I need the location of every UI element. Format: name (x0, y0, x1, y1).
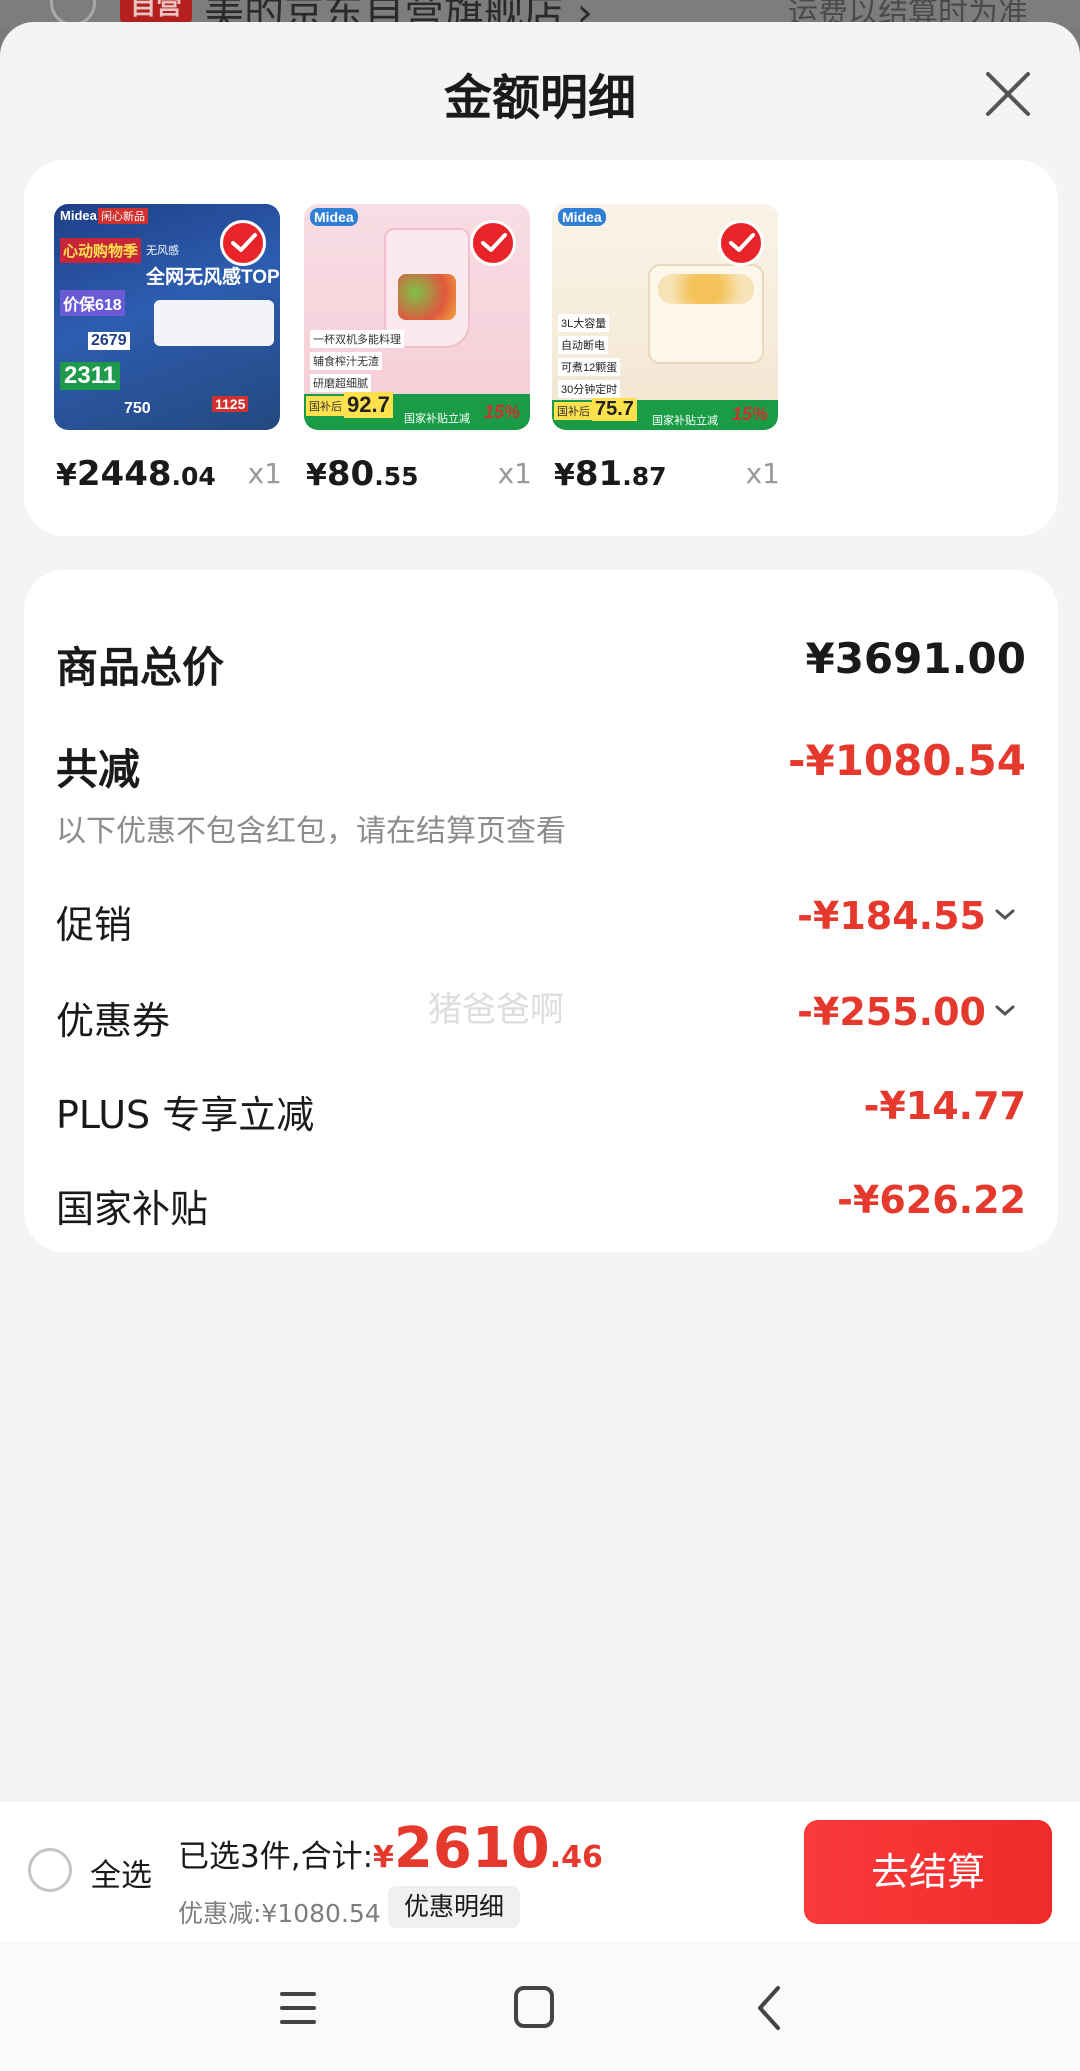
product-price: ¥80.55 (306, 454, 419, 494)
plus-discount-row: PLUS 专享立减 -¥14.77 (24, 1084, 1058, 1144)
thumb-text: 30分钟定时 (558, 380, 621, 398)
goods-total-label: 商品总价 (56, 643, 225, 692)
home-icon[interactable] (504, 1982, 564, 2034)
thumb-text: 3L大容量 (558, 314, 610, 332)
product-price-row: ¥80.55 x1 (304, 448, 534, 498)
product-item[interactable]: Midea 闲心新品 心动购物季 无风感 全网无风感TOP1 价保618 267… (54, 204, 284, 498)
thumb-price: 75.7 (592, 398, 637, 421)
promotion-label: 促销 (56, 903, 133, 947)
checked-icon[interactable] (220, 220, 266, 266)
national-subsidy-row: 国家补贴 -¥626.22 (24, 1178, 1058, 1238)
select-all-label[interactable]: 全选 (90, 1850, 152, 1895)
product-item[interactable]: Midea 一杯双机多能料理 辅食榨汁无渣 研磨超细腻 国补后 92.7 国家补… (304, 204, 534, 498)
plus-discount-value: -¥14.77 (863, 1084, 1026, 1128)
thumb-percent: 15% (484, 402, 521, 422)
coupon-label: 优惠券 (56, 999, 171, 1043)
back-icon[interactable] (740, 1982, 800, 2034)
thumb-text: 一杯双机多能料理 (310, 330, 404, 348)
air-conditioner-shape (154, 300, 274, 346)
discount-total: 优惠减:¥1080.54 (178, 1899, 381, 1928)
thumb-promo: 心动购物季 (60, 238, 142, 263)
product-image-egg-cooker[interactable]: Midea 3L大容量 自动断电 可煮12颗蛋 30分钟定时 国补后 75.7 … (552, 204, 778, 430)
thumb-text: 国补后 (306, 396, 345, 416)
thumb-brand: Midea (60, 208, 97, 223)
product-price: ¥2448.04 (56, 454, 216, 494)
discount-detail-button[interactable]: 优惠明细 (388, 1886, 521, 1928)
amount-detail-sheet: 金额明细 Midea 闲心新品 心动购物季 无风感 全网无风感TOP1 价保61… (0, 22, 1080, 2071)
thumb-price: 92.7 (344, 392, 393, 418)
thumb-text: 国家补贴立减 (404, 413, 470, 425)
thumb-text: 可煮12颗蛋 (558, 358, 621, 376)
thumb-text: 研磨超细腻 (310, 374, 371, 392)
total-reduce-row: 共减 -¥1080.54 (24, 736, 1058, 796)
thumb-percent: 15% (732, 404, 769, 424)
promotion-row[interactable]: 促销 -¥184.55 (24, 894, 1058, 954)
thumb-text: 辅食榨汁无渣 (310, 352, 382, 370)
product-price-row: ¥81.87 x1 (552, 448, 782, 498)
close-icon[interactable] (980, 66, 1036, 122)
promotion-value: -¥184.55 (797, 894, 1018, 938)
product-image-air-conditioner[interactable]: Midea 闲心新品 心动购物季 无风感 全网无风感TOP1 价保618 267… (54, 204, 280, 430)
product-quantity: x1 (745, 457, 780, 490)
thumb-value: 1125 (212, 396, 249, 412)
thumb-headline: 全网无风感TOP1 (146, 267, 280, 288)
product-quantity: x1 (247, 457, 282, 490)
national-subsidy-label: 国家补贴 (56, 1187, 209, 1231)
thumb-price: 2679 (88, 332, 130, 350)
thumb-text: 国家补贴立减 (652, 415, 718, 427)
product-image-blender[interactable]: Midea 一杯双机多能料理 辅食榨汁无渣 研磨超细腻 国补后 92.7 国家补… (304, 204, 530, 430)
thumb-text: 国补后 (554, 402, 593, 420)
thumb-text: 自动断电 (558, 336, 608, 354)
menu-icon[interactable] (268, 1982, 328, 2034)
product-price: ¥81.87 (554, 454, 667, 494)
thumb-brand: Midea (310, 208, 358, 226)
product-price-row: ¥2448.04 x1 (54, 448, 284, 498)
underlying-store-tag: 自营 (120, 0, 192, 24)
goods-total-value: ¥3691.00 (805, 634, 1026, 683)
price-summary-card: 商品总价 ¥3691.00 共减 -¥1080.54 以下优惠不包含红包，请在结… (24, 570, 1058, 1252)
national-subsidy-value: -¥626.22 (837, 1178, 1026, 1222)
products-card: Midea 闲心新品 心动购物季 无风感 全网无风感TOP1 价保618 267… (24, 160, 1058, 536)
thumb-tag: 闲心新品 (98, 208, 148, 224)
total-reduce-label: 共减 (56, 745, 141, 794)
selected-total: 已选3件,合计:¥2610.46 (178, 1816, 603, 1881)
chevron-down-icon (995, 909, 1015, 920)
fruit-shape (398, 274, 456, 320)
total-reduce-value: -¥1080.54 (788, 736, 1026, 785)
thumb-price-guarantee: 价保618 (60, 290, 125, 316)
select-all-radio[interactable] (28, 1848, 72, 1892)
thumb-final-price: 2311 (60, 362, 121, 390)
watermark: 猪爸爸啊 (428, 990, 564, 1030)
thumb-brand: Midea (558, 208, 606, 226)
coupon-value: -¥255.00 (797, 990, 1018, 1034)
product-quantity: x1 (497, 457, 532, 490)
checkout-button[interactable]: 去结算 (804, 1820, 1052, 1924)
goods-total-row: 商品总价 ¥3691.00 (24, 634, 1058, 694)
eggs-shape (658, 274, 754, 304)
plus-discount-label: PLUS 专享立减 (56, 1093, 315, 1137)
checked-icon[interactable] (470, 220, 516, 266)
thumb-value: 750 (124, 400, 151, 417)
checkout-bar: 全选 已选3件,合计:¥2610.46 优惠减:¥1080.54 优惠明细 去结… (0, 1802, 1080, 1942)
checked-icon[interactable] (718, 220, 764, 266)
thumb-text: 无风感 (146, 245, 179, 257)
chevron-down-icon (995, 1005, 1015, 1016)
sheet-title: 金额明细 (443, 70, 636, 126)
product-item[interactable]: Midea 3L大容量 自动断电 可煮12颗蛋 30分钟定时 国补后 75.7 … (552, 204, 782, 498)
discount-note: 以下优惠不包含红包，请在结算页查看 (56, 814, 566, 849)
system-nav-bar (0, 1942, 1080, 2071)
